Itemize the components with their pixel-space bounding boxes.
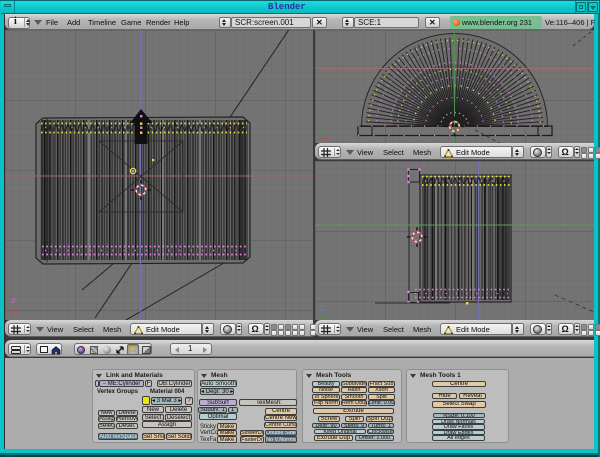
svg-text:-x: -x [8, 307, 18, 316]
svg-text:-x: -x [318, 135, 328, 143]
svg-text:-y: -y [318, 313, 328, 320]
svg-text:z: z [11, 297, 16, 306]
